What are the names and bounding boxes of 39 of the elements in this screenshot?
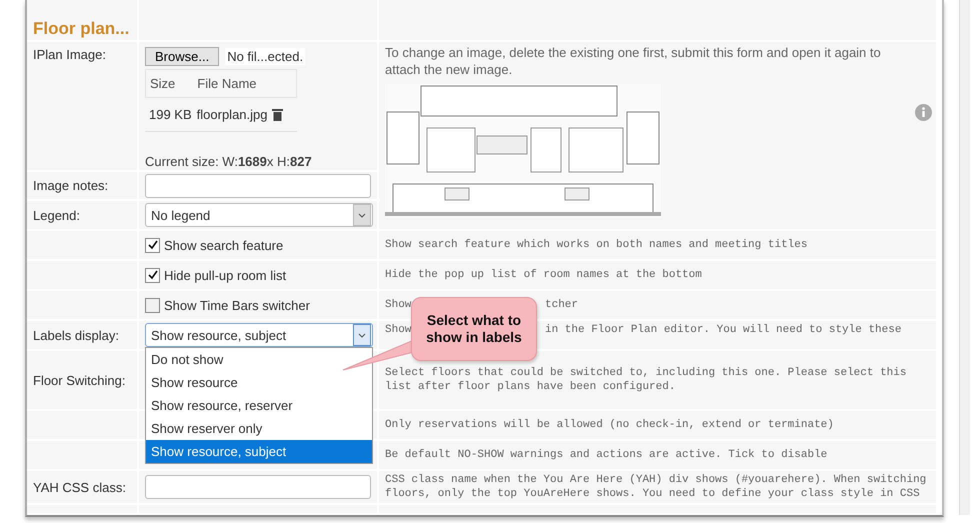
field-label: YAH CSS class: [33,480,126,494]
dropdown-option[interactable]: Show resource, subject [146,440,372,463]
field-description: Hide the pop up list of room names at the bottom [385,268,702,282]
checkbox[interactable]: Hide pull-up room list [145,268,286,282]
field-description: Show [385,298,412,312]
chevron-down-icon [353,204,371,226]
text-field[interactable] [145,174,371,198]
field-description: Show search feature which works on both names and meeting titles [385,238,808,252]
field-description: Select floors that could be switched to, including this one. Please select this list after floor plans have been configured. [385,366,908,394]
field-description: in the Floor Plan editor. You will need to style these [545,323,902,337]
field-label: IPlan Image: [33,47,106,62]
info-icon [915,104,932,121]
field-label: Image notes: [33,178,108,193]
field-description: Be default NO-SHOW warnings and actions are active. Tick to disable [385,448,828,462]
checkbox[interactable]: Show Time Bars switcher [145,298,310,312]
field-label: Labels display: [33,328,119,342]
field-label: Floor Switching: [33,372,126,388]
field-description: Show [385,323,412,337]
select-field[interactable]: Show resource, subject [145,323,373,347]
field-description: tcher [545,298,578,312]
checkbox[interactable]: Show search feature [145,238,284,252]
callout: Select what to show in labels [411,297,537,361]
trash-icon[interactable] [272,108,284,121]
browse-button[interactable]: Browse... [145,47,220,66]
field-label: Legend: [33,208,80,222]
file-size: 199 KB [149,107,192,122]
chevron-down-icon [353,324,371,346]
field-description: Only reservations will be allowed (no check-in, extend or terminate) [385,418,834,432]
scrollbar[interactable] [959,0,970,515]
field-description: To change an image, delete the existing one first, submit this form and open it again to attach the new image. [385,44,882,78]
column-header: File Name [197,76,257,91]
file-status: No fil...ected. [225,48,306,65]
file-name: floorplan.jpg [196,107,268,122]
current-size: Current size: W:1689x H:827 [145,154,313,169]
select-field[interactable]: No legend [145,203,373,227]
section-title: Floor plan... [33,19,130,39]
field-description: CSS class name when the You Are Here (YAH) div shows (#youarehere). When switching floors, only the top YouAreHere shows. You need to define your class style in CSS [385,473,928,501]
text-field[interactable] [145,475,371,499]
column-header: Size [150,76,176,91]
